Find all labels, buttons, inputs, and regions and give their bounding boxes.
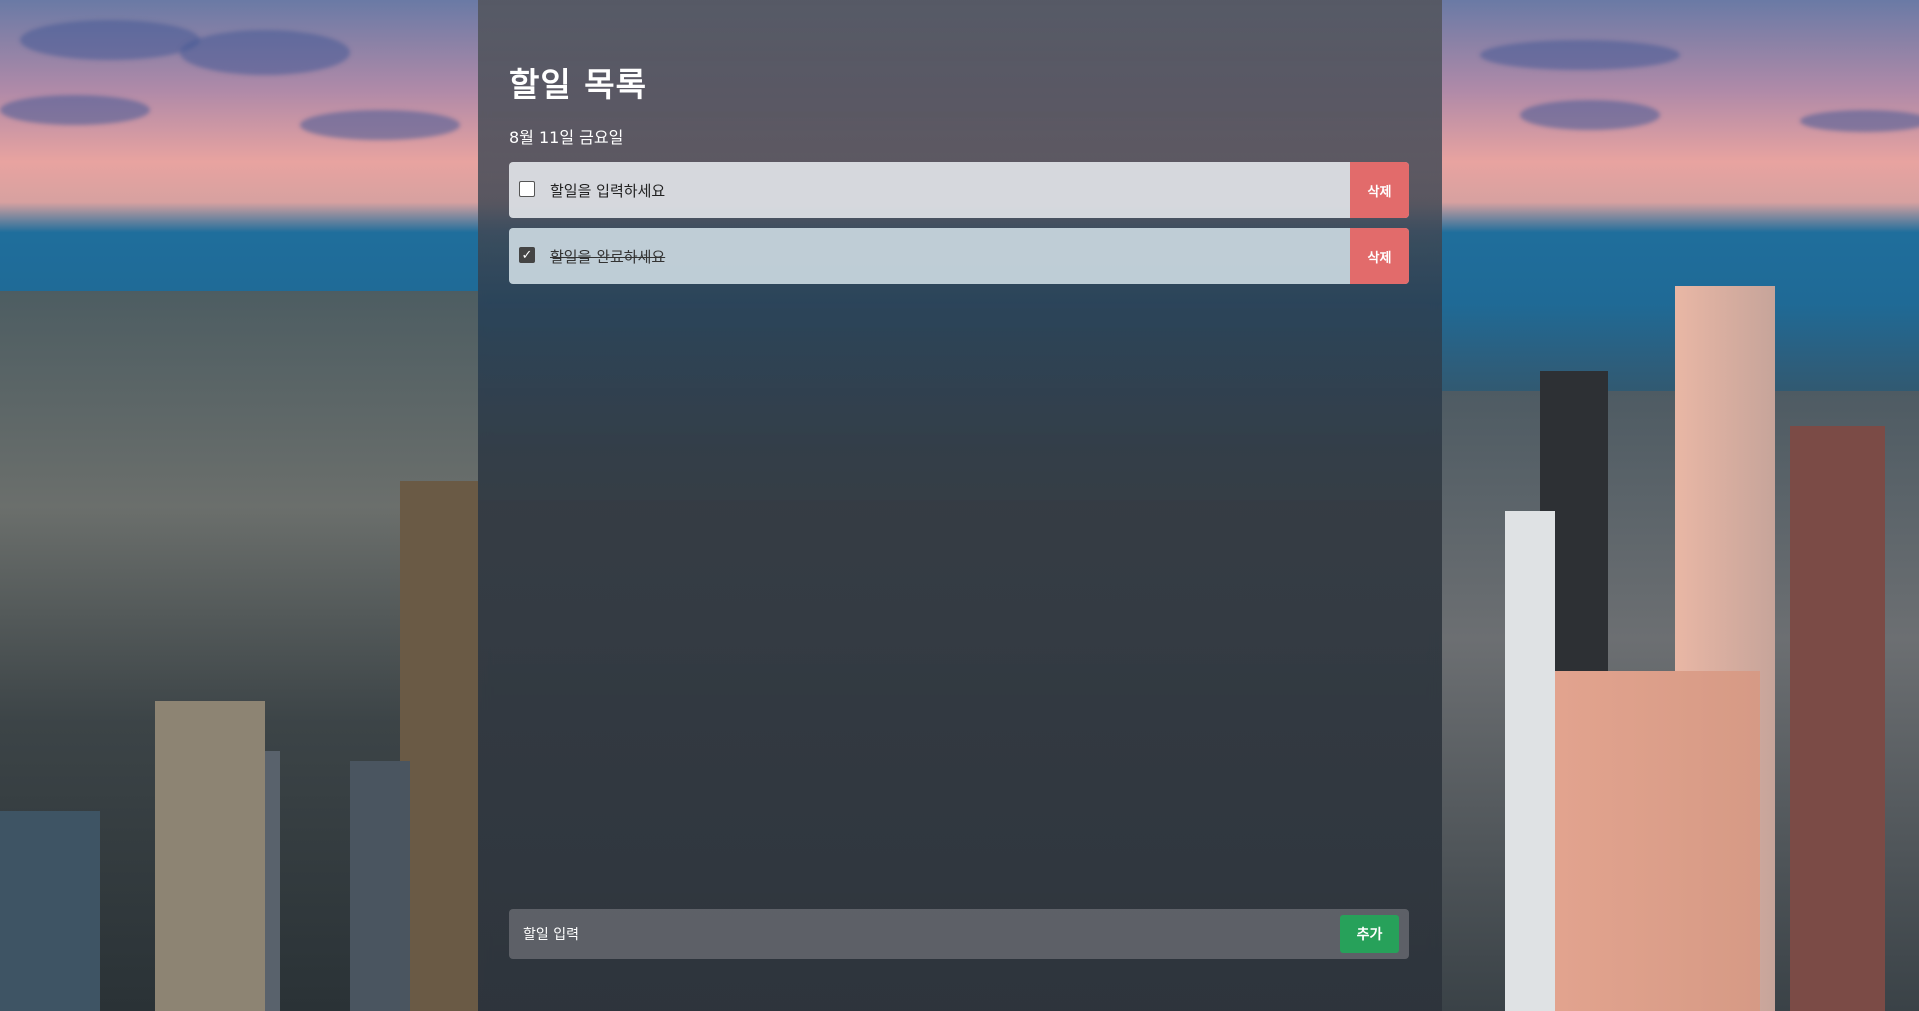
building xyxy=(0,811,100,1011)
building xyxy=(1505,511,1555,1011)
delete-button[interactable]: 삭제 xyxy=(1350,228,1409,284)
todo-input[interactable]: 할일 입력 xyxy=(523,924,579,944)
todo-panel: 할일 목록 8월 11일 금요일 할일을 입력하세요 삭제 ✓ 할일을 완료하세… xyxy=(478,0,1442,1011)
cloud xyxy=(1480,40,1680,70)
cloud xyxy=(180,30,350,75)
todo-checkbox[interactable] xyxy=(519,181,535,197)
add-button[interactable]: 추가 xyxy=(1340,915,1399,953)
page-title: 할일 목록 xyxy=(509,65,647,104)
cloud xyxy=(1800,110,1919,132)
building xyxy=(155,701,265,1011)
cloud xyxy=(20,20,200,60)
cloud xyxy=(1520,100,1660,130)
todo-item[interactable]: 할일을 입력하세요 삭제 xyxy=(509,162,1409,218)
todo-text: 할일을 입력하세요 xyxy=(550,182,666,200)
cloud xyxy=(0,95,150,125)
todo-text: 할일을 완료하세요 xyxy=(550,248,666,266)
building xyxy=(350,761,410,1011)
building xyxy=(400,481,478,1011)
todo-item[interactable]: ✓ 할일을 완료하세요 삭제 xyxy=(509,228,1409,284)
delete-button[interactable]: 삭제 xyxy=(1350,162,1409,218)
todo-checkbox-checked[interactable]: ✓ xyxy=(519,247,535,263)
cloud xyxy=(300,110,460,140)
panel-backdrop xyxy=(478,0,1442,1011)
new-todo-form: 할일 입력 추가 xyxy=(509,909,1409,959)
building xyxy=(1790,426,1885,1011)
date-label: 8월 11일 금요일 xyxy=(509,128,624,147)
building xyxy=(1540,671,1760,1011)
